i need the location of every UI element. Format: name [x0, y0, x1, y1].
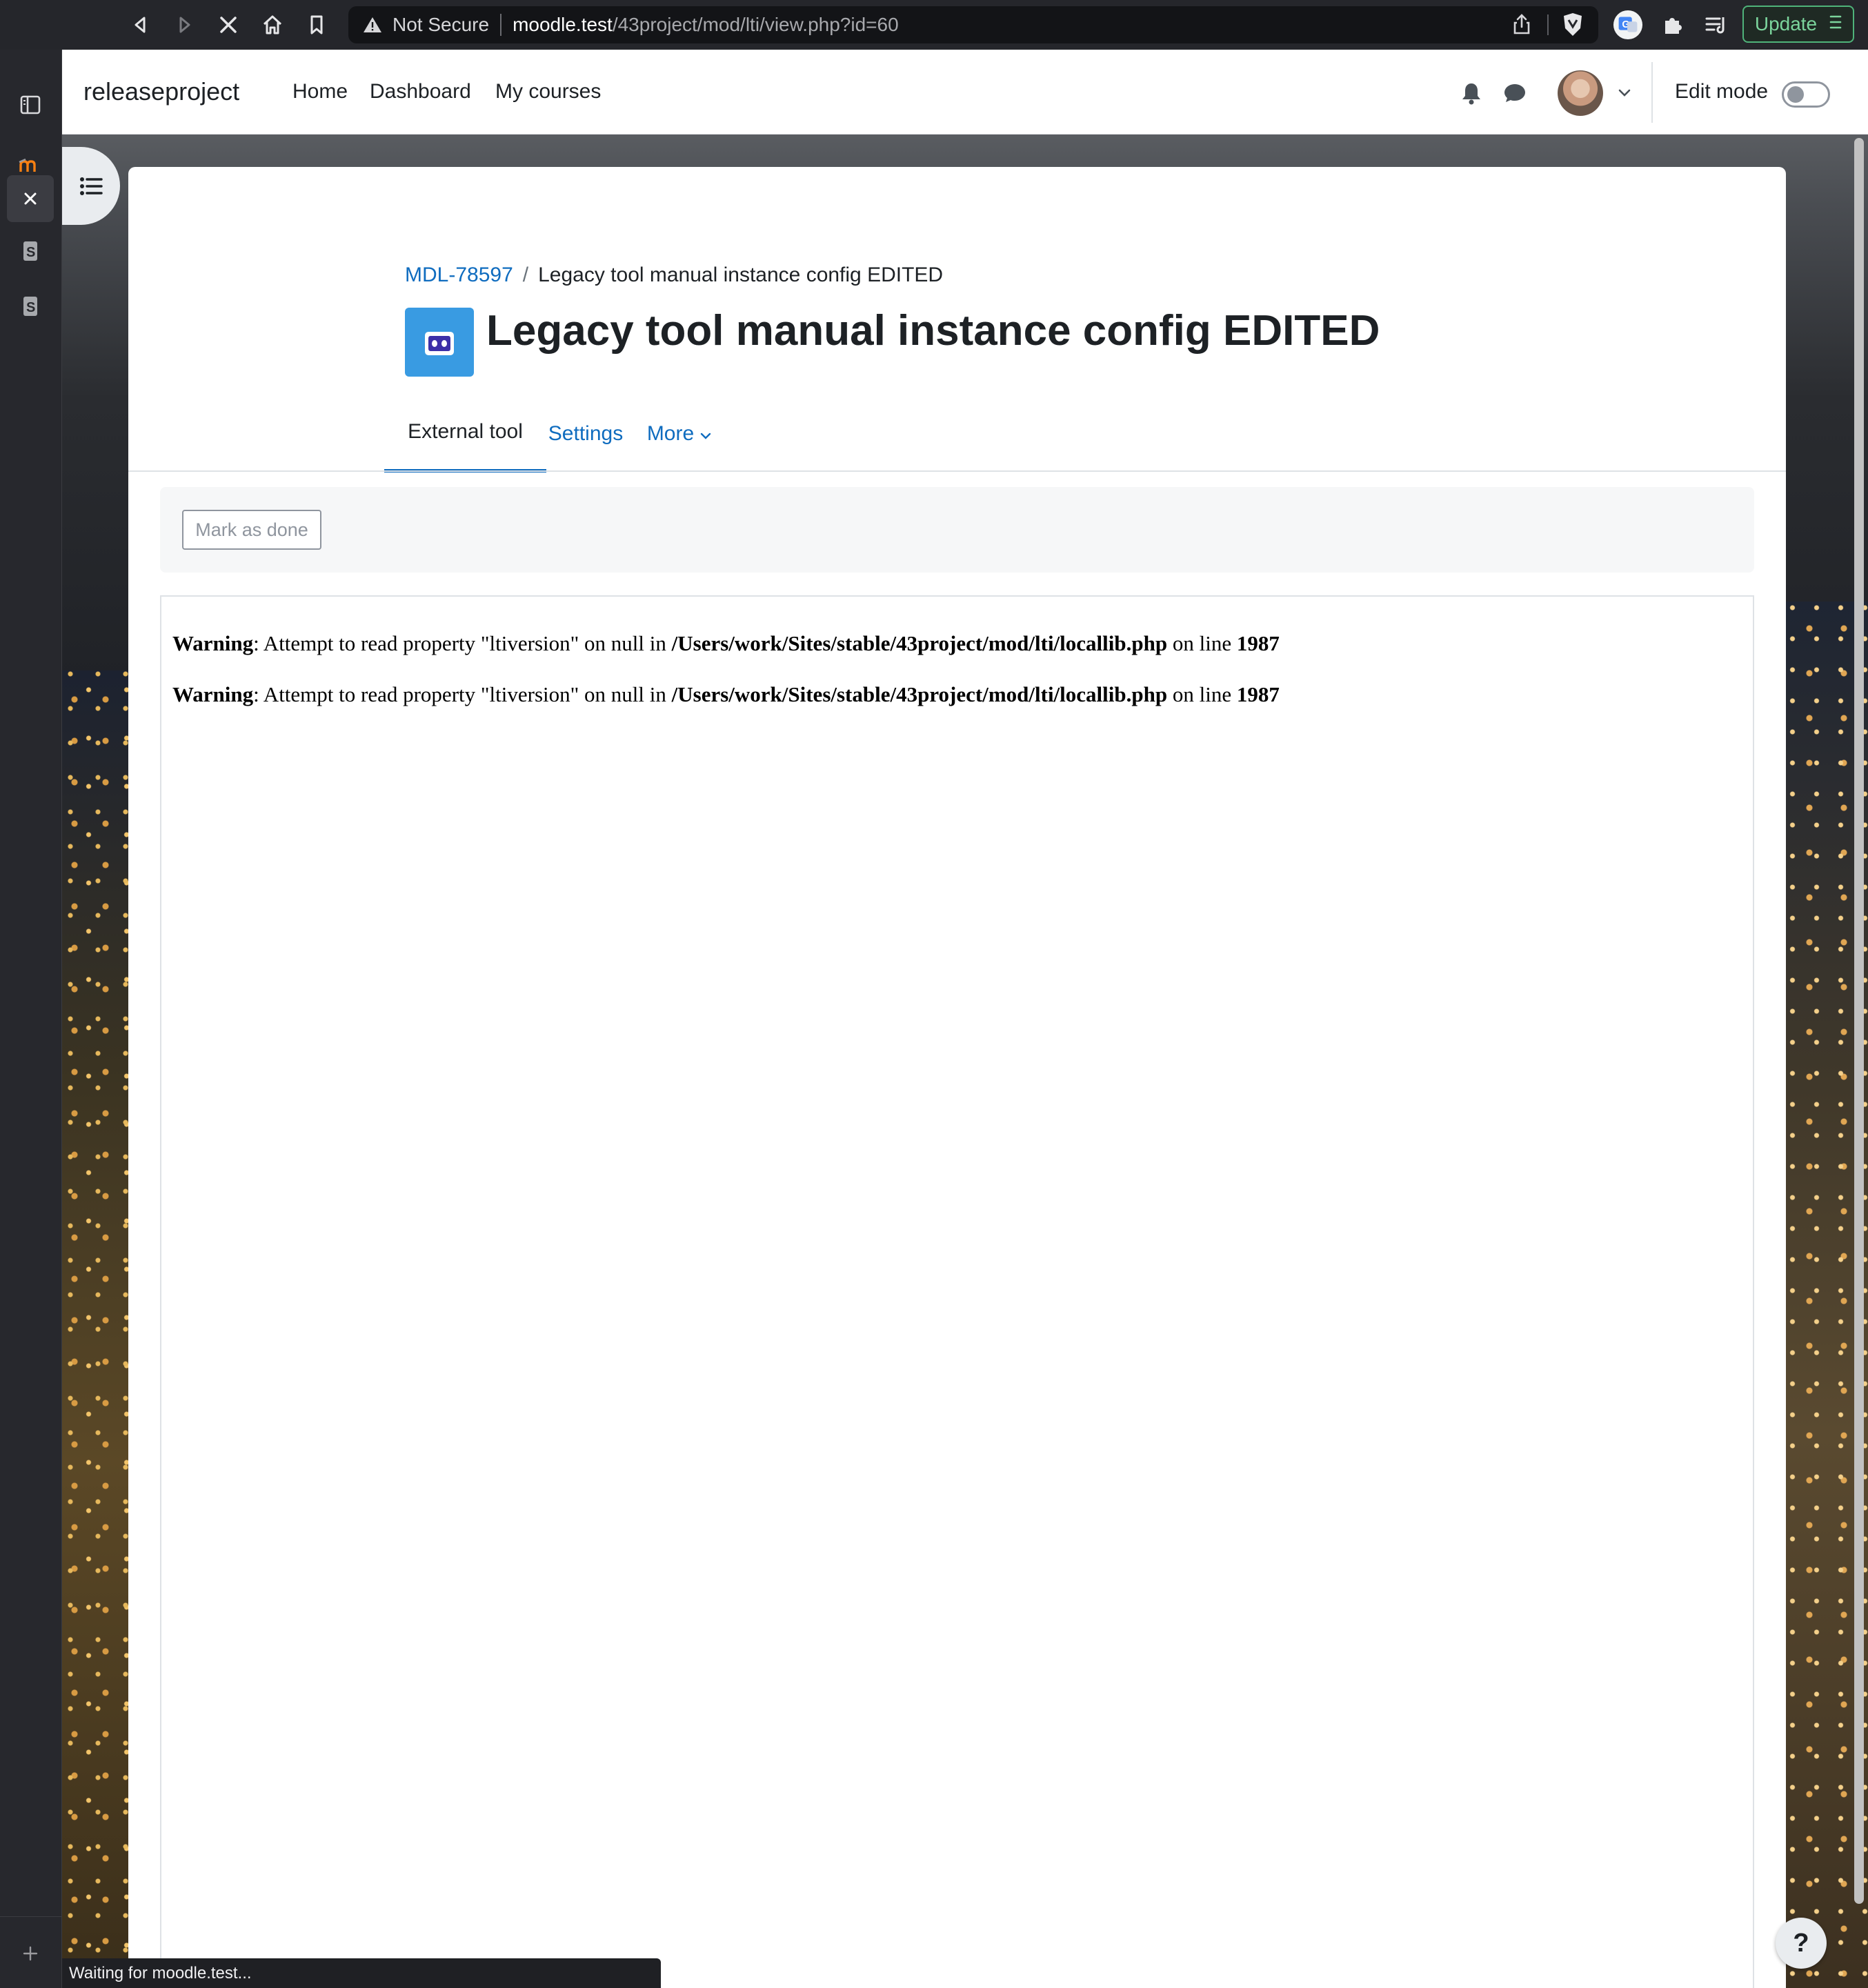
mark-as-done-button[interactable]: Mark as done [182, 510, 321, 550]
stop-loading-icon[interactable] [213, 10, 244, 40]
url-divider [500, 14, 502, 36]
bookmark-icon[interactable] [301, 10, 332, 40]
breadcrumb: MDL-78597 / Legacy tool manual instance co… [405, 264, 943, 287]
edit-mode-toggle[interactable] [1782, 81, 1830, 108]
back-icon[interactable] [126, 10, 156, 40]
php-warning-line: Warning: Attempt to read property "ltive… [172, 631, 1280, 656]
url-divider-right [1547, 14, 1549, 35]
brave-shield-icon[interactable] [1561, 12, 1584, 43]
breadcrumb-separator: / [522, 264, 529, 286]
browser-sidebar: S S [0, 50, 62, 1988]
breadcrumb-course-link[interactable]: MDL-78597 [405, 264, 513, 286]
browser-toolbar: Not Secure moodle.test/43project/mod/lti… [0, 0, 1868, 50]
translate-extension-icon[interactable]: G [1613, 10, 1643, 40]
tab-more-label: More [646, 421, 695, 445]
page-title: Legacy tool manual instance config EDITE… [486, 307, 1380, 355]
warning-label: Warning [172, 682, 254, 706]
nav-home[interactable]: Home [292, 80, 348, 103]
course-index-button[interactable] [62, 147, 120, 225]
bell-icon[interactable] [1454, 76, 1489, 110]
lti-activity-icon [405, 308, 474, 377]
help-button[interactable]: ? [1776, 1918, 1827, 1969]
warning-on-line: on line [1167, 682, 1237, 706]
messages-icon[interactable] [1498, 76, 1532, 110]
reading-list-icon[interactable] [1701, 10, 1731, 40]
tab-more[interactable]: More [636, 395, 723, 473]
chevron-down-icon[interactable] [1607, 76, 1642, 110]
navbar-divider [1651, 62, 1653, 123]
update-button[interactable]: Update [1742, 6, 1854, 43]
warning-line-number: 1987 [1236, 631, 1280, 655]
security-label[interactable]: Not Secure [393, 14, 489, 36]
warning-line-number: 1987 [1236, 682, 1280, 706]
svg-text:S: S [26, 245, 35, 260]
forward-icon[interactable] [169, 10, 199, 40]
extensions-puzzle-icon[interactable] [1657, 10, 1687, 40]
panel-icon[interactable] [7, 81, 54, 128]
app-s-icon[interactable]: S [7, 228, 54, 275]
page-viewport: releaseproject Home Dashboard My courses… [62, 50, 1868, 1988]
list-icon [80, 177, 103, 195]
breadcrumb-current: Legacy tool manual instance config EDITE… [538, 264, 944, 286]
nav-dashboard[interactable]: Dashboard [370, 80, 471, 103]
warning-triangle-icon [361, 13, 384, 37]
svg-text:S: S [26, 300, 35, 315]
url-host: moodle.test [513, 14, 613, 35]
lti-content-frame[interactable]: Warning: Attempt to read property "ltive… [160, 595, 1754, 1988]
page-scrollbar[interactable] [1854, 138, 1864, 1904]
site-navbar: releaseproject Home Dashboard My courses… [62, 50, 1868, 135]
url-path: /43project/mod/lti/view.php?id=60 [612, 14, 899, 35]
address-bar[interactable]: Not Secure moodle.test/43project/mod/lti… [348, 6, 1598, 43]
app-s-icon[interactable]: S [7, 283, 54, 330]
share-icon[interactable] [1511, 13, 1532, 40]
nav-my-courses[interactable]: My courses [495, 80, 601, 103]
tab-external-tool[interactable]: External tool [384, 395, 546, 473]
tabs-divider [128, 470, 1786, 472]
plus-icon[interactable] [7, 1930, 54, 1977]
browser-status-bar: Waiting for moodle.test... [62, 1958, 661, 1988]
warning-on-line: on line [1167, 631, 1237, 655]
chevron-down-icon [699, 422, 712, 446]
warning-message: : Attempt to read property "ltiversion" … [253, 631, 672, 655]
tab-settings[interactable]: Settings [548, 395, 624, 473]
sidebar-divider [0, 1916, 61, 1917]
warning-message: : Attempt to read property "ltiversion" … [253, 682, 672, 706]
update-label: Update [1754, 13, 1818, 34]
toggle-knob [1787, 86, 1804, 103]
warning-file: /Users/work/Sites/stable/43project/mod/l… [671, 631, 1168, 655]
warning-file: /Users/work/Sites/stable/43project/mod/l… [671, 682, 1168, 706]
main-content-card: MDL-78597 / Legacy tool manual instance co… [128, 167, 1786, 1988]
edit-mode-label: Edit mode [1675, 80, 1769, 103]
home-icon[interactable] [257, 10, 288, 40]
menu-lines-icon [1829, 13, 1842, 35]
activity-completion-bar: Mark as done [160, 487, 1754, 573]
warning-label: Warning [172, 631, 254, 655]
background-image-left [62, 670, 128, 1988]
site-brand[interactable]: releaseproject [83, 77, 239, 106]
php-warning-line: Warning: Attempt to read property "ltive… [172, 682, 1280, 707]
avatar[interactable] [1558, 70, 1603, 116]
close-icon[interactable] [7, 175, 54, 222]
